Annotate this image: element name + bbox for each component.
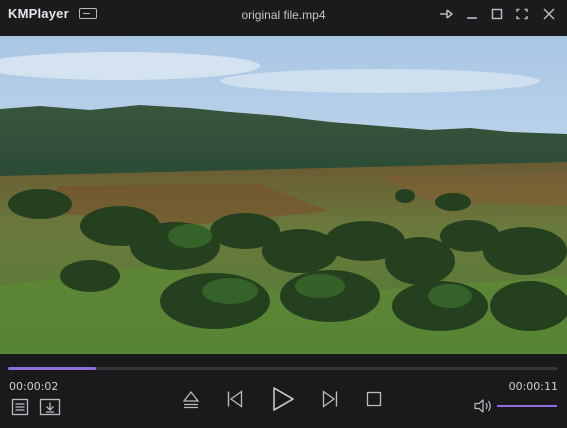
download-icon[interactable] (39, 398, 61, 416)
volume-icon[interactable] (473, 398, 493, 414)
maximize-icon[interactable] (487, 5, 507, 23)
title-bar[interactable]: KMPlayer original file.mp4 (0, 0, 567, 30)
playlist-icon[interactable] (11, 398, 29, 416)
seek-bar-progress (8, 367, 96, 370)
eject-icon[interactable] (182, 389, 200, 411)
total-time: 00:00:11 (508, 380, 558, 393)
pin-icon[interactable] (436, 5, 456, 23)
seek-bar[interactable] (8, 367, 558, 370)
video-frame[interactable] (0, 36, 567, 354)
stop-icon[interactable] (366, 391, 382, 407)
next-icon[interactable] (321, 390, 339, 408)
video-image (0, 36, 567, 354)
volume-slider[interactable] (497, 405, 557, 407)
previous-icon[interactable] (226, 390, 244, 408)
minimize-icon[interactable] (462, 5, 482, 23)
fullscreen-icon[interactable] (512, 5, 532, 23)
play-icon[interactable] (270, 386, 296, 412)
elapsed-time: 00:00:02 (9, 380, 59, 393)
volume-level (497, 405, 557, 407)
close-icon[interactable] (539, 5, 559, 23)
